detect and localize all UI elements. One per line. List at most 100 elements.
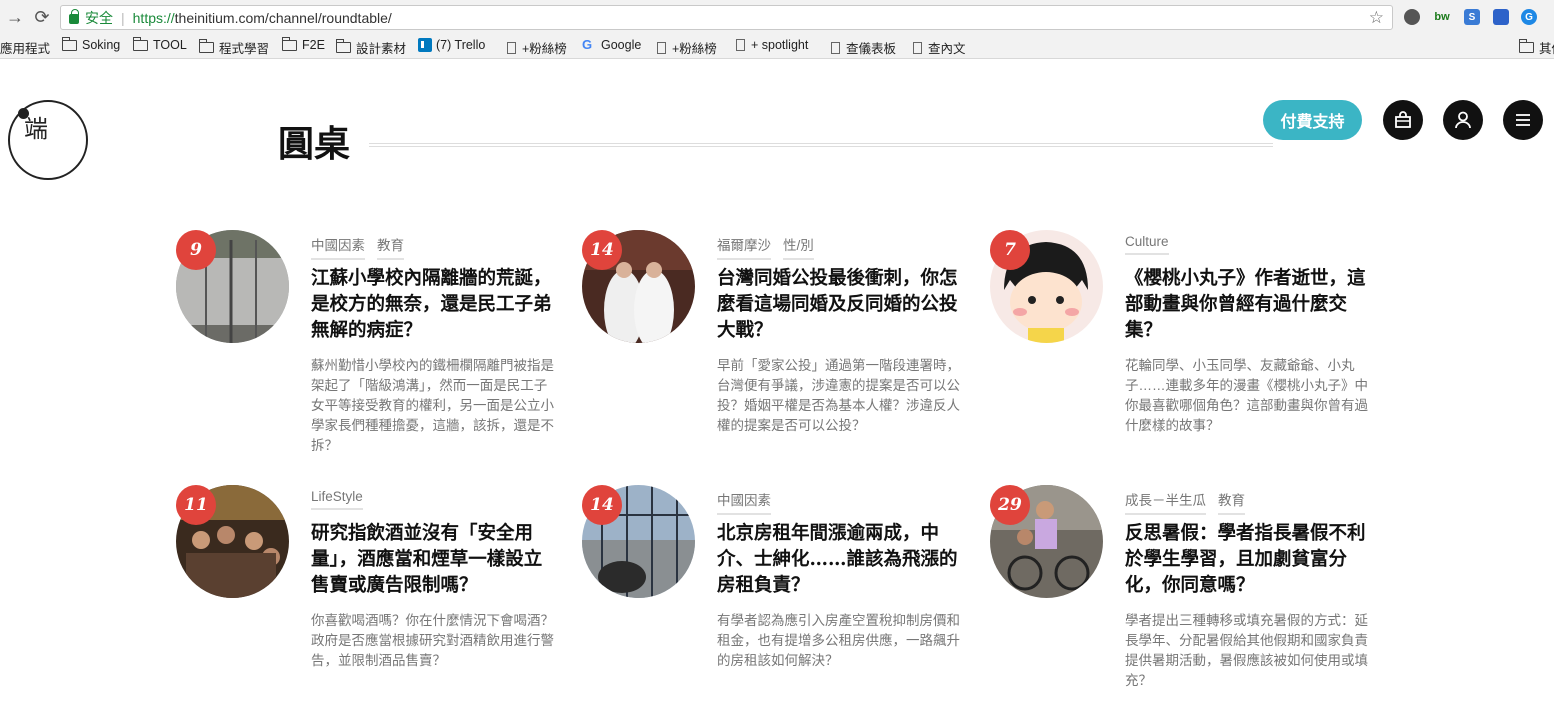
bookmark-label: 其他 (1539, 42, 1554, 56)
folder-icon (336, 39, 351, 53)
bookmark-trello[interactable]: (7) Trello (418, 38, 485, 52)
page-icon (831, 41, 840, 54)
bookmark-dashboard[interactable]: 查儀表板 (831, 38, 896, 57)
bookmark-label: 應用程式 (0, 42, 51, 56)
bookmark-folder-tool[interactable]: TOOL (133, 36, 187, 52)
bookmark-label: 設計素材 (356, 42, 407, 56)
url-protocol: https:// (132, 9, 175, 26)
shop-button[interactable] (1383, 100, 1423, 140)
bookmark-label: Google (601, 38, 642, 52)
article-summary: 學者提出三種轉移或填充暑假的方式：延長學年、分配暑假給其他假期和國家負責提供暑期… (1125, 613, 1368, 688)
article-headline[interactable]: 《櫻桃小丸子》作者逝世，這部動畫與你曾經有過什麼交集？ (1125, 266, 1370, 344)
google-icon: G (582, 37, 593, 52)
bookmark-folder-coding[interactable]: 程式學習 (199, 38, 269, 57)
comment-count-badge: 14 (582, 230, 622, 270)
bookmark-fans-1[interactable]: +粉絲榜 (507, 38, 567, 57)
article-summary: 花輪同學、小玉同學、友藏爺爺、小丸子……連載多年的漫畫《櫻桃小丸子》中你最喜歡哪… (1125, 358, 1368, 433)
article-tag[interactable]: LifeStyle (311, 489, 363, 510)
bookmark-other[interactable]: 其他 (1519, 38, 1554, 57)
url-path: theinitium.com/channel/roundtable/ (174, 9, 392, 26)
bookmark-folder-f2e[interactable]: F2E (282, 36, 325, 52)
forward-icon[interactable]: → (4, 6, 26, 28)
g-extension-icon[interactable]: G (1521, 9, 1537, 25)
site-logo[interactable]: 端 (8, 100, 88, 180)
article-headline[interactable]: 江蘇小學校內隔離牆的荒誕，是校方的無奈，還是民工子弟無解的病症？ (311, 266, 556, 344)
article-card[interactable]: 14 中國因素 北京房租年間漲逾兩成，中介、士紳化……誰該為飛漲的房租負責？ 有… (582, 485, 972, 713)
shopping-bag-icon (1395, 111, 1411, 128)
page-icon (736, 39, 745, 51)
article-card[interactable]: 14 福爾摩沙 性/別 台灣同婚公投最後衝刺，你怎麼看這場同婚及反同婚的公投大戰… (582, 230, 972, 460)
comment-count-badge: 11 (176, 485, 216, 525)
article-headline[interactable]: 研究指飲酒並沒有「安全用量」，酒應當和煙草一樣設立售賣或廣告限制嗎？ (311, 521, 556, 599)
article-card[interactable]: 7 Culture 《櫻桃小丸子》作者逝世，這部動畫與你曾經有過什麼交集？ 花輪… (990, 230, 1380, 460)
article-tag[interactable]: 中國因素 (717, 489, 771, 515)
bookmark-label: 查儀表板 (846, 42, 897, 56)
article-headline[interactable]: 台灣同婚公投最後衝刺，你怎麼看這場同婚及反同婚的公投大戰？ (717, 266, 962, 344)
bookmark-spotlight[interactable]: + spotlight (736, 38, 808, 52)
card-extension-icon[interactable] (1493, 9, 1509, 25)
hamburger-icon (1516, 114, 1530, 126)
account-button[interactable] (1443, 100, 1483, 140)
comment-count-badge: 9 (176, 230, 216, 270)
folder-icon (282, 36, 297, 51)
evernote-extension-icon[interactable] (1404, 9, 1420, 25)
bookmark-label: F2E (302, 38, 325, 52)
article-tag[interactable]: 教育 (377, 234, 404, 260)
article-tags: LifeStyle (311, 489, 363, 510)
secure-label: 安全 (85, 9, 113, 26)
page-title: 圓桌 (278, 123, 351, 165)
browser-toolbar: → ⟳ 安全 | https:// theinitium.com/channel… (0, 0, 1554, 34)
bookmark-label: TOOL (153, 38, 187, 52)
trello-icon (418, 38, 432, 52)
reload-icon[interactable]: ⟳ (31, 6, 53, 28)
menu-button[interactable] (1503, 100, 1543, 140)
article-tag[interactable]: 成長－半生瓜 (1125, 489, 1206, 515)
s-extension-icon[interactable]: S (1464, 9, 1480, 25)
folder-icon (133, 36, 148, 51)
bookmark-star-icon[interactable]: ☆ (1369, 8, 1384, 28)
bookmark-fans-2[interactable]: +粉絲榜 (657, 38, 717, 57)
title-divider (369, 143, 1273, 147)
bookmark-label: +粉絲榜 (522, 42, 567, 56)
comment-count-badge: 29 (990, 485, 1030, 525)
article-tag[interactable]: Culture (1125, 234, 1169, 255)
bookmark-label: Soking (82, 38, 121, 52)
omnibox-separator: | (121, 9, 125, 26)
user-icon (1455, 111, 1471, 129)
page-icon (657, 41, 666, 54)
article-headline[interactable]: 反思暑假：學者指長暑假不利於學生學習，且加劇貧富分化，你同意嗎？ (1125, 521, 1370, 599)
lock-icon (69, 8, 79, 24)
article-card[interactable]: 9 中國因素 教育 江蘇小學校內隔離牆的荒誕，是校方的無奈，還是民工子弟無解的病… (176, 230, 566, 460)
comment-count-badge: 14 (582, 485, 622, 525)
article-summary: 有學者認為應引入房產空置稅抑制房價和租金，也有提增多公租房供應，一路飆升的房租該… (717, 613, 960, 668)
article-tags: 中國因素 教育 (311, 234, 404, 260)
bookmark-label: + spotlight (751, 38, 809, 52)
folder-icon (1519, 39, 1534, 53)
article-tag[interactable]: 性/別 (783, 234, 814, 260)
article-headline[interactable]: 北京房租年間漲逾兩成，中介、士紳化……誰該為飛漲的房租負責？ (717, 521, 962, 599)
bookmark-folder-soking[interactable]: Soking (62, 36, 121, 52)
article-tags: Culture (1125, 234, 1169, 255)
article-tag[interactable]: 教育 (1218, 489, 1245, 515)
article-card[interactable]: 11 LifeStyle 研究指飲酒並沒有「安全用量」，酒應當和煙草一樣設立售賣… (176, 485, 566, 713)
support-button[interactable]: 付費支持 (1263, 100, 1362, 140)
bookmark-content[interactable]: 查內文 (913, 38, 966, 57)
bookmark-google[interactable]: G Google (582, 37, 642, 53)
bookmark-folder-design[interactable]: 設計素材 (336, 38, 406, 57)
bookmark-label: 程式學習 (219, 42, 270, 56)
folder-icon (62, 36, 77, 51)
bookmark-apps[interactable]: 應用程式 (0, 38, 50, 57)
bookmark-label: (7) Trello (436, 38, 486, 52)
page-icon (507, 41, 516, 54)
article-tags: 成長－半生瓜 教育 (1125, 489, 1245, 515)
article-tag[interactable]: 福爾摩沙 (717, 234, 771, 260)
article-card[interactable]: 29 成長－半生瓜 教育 反思暑假：學者指長暑假不利於學生學習，且加劇貧富分化，… (990, 485, 1380, 713)
article-tag[interactable]: 中國因素 (311, 234, 365, 260)
bookmarks-bar: 應用程式 Soking TOOL 程式學習 F2E 設計素材 (7) Trell… (0, 34, 1554, 59)
article-summary: 你喜歡喝酒嗎？你在什麼情況下會喝酒？政府是否應當根據研究對酒精飲用進行警告，並限… (311, 613, 554, 668)
address-bar[interactable]: 安全 | https:// theinitium.com/channel/rou… (60, 5, 1393, 30)
article-tags: 福爾摩沙 性/別 (717, 234, 814, 260)
article-tags: 中國因素 (717, 489, 771, 515)
bw-extension-icon[interactable]: bw (1434, 9, 1450, 25)
bookmark-label: 查內文 (928, 42, 966, 56)
